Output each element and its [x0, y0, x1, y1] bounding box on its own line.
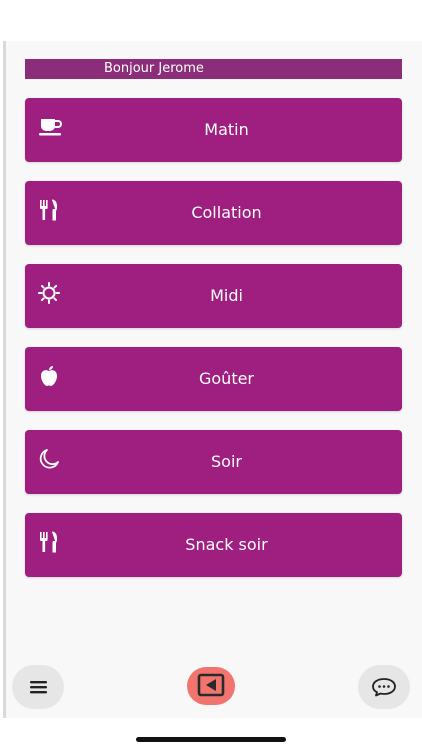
- meal-button-collation[interactable]: Collation: [25, 181, 402, 245]
- meal-label: Goûter: [198, 369, 255, 388]
- meal-button-midi[interactable]: Midi: [25, 264, 402, 328]
- greeting-banner: Bonjour Jerome: [25, 59, 402, 79]
- home-indicator[interactable]: [136, 737, 286, 742]
- meal-label: Matin: [204, 120, 249, 139]
- back-arrow-icon: [197, 673, 225, 697]
- hamburger-menu-icon: [30, 681, 47, 694]
- meal-label: Soir: [211, 452, 242, 471]
- meal-button-soir[interactable]: Soir: [25, 430, 402, 494]
- meal-list: Matin Collation Midi Goûter Soir Snack s…: [25, 98, 402, 596]
- meal-label: Midi: [210, 286, 243, 305]
- meal-button-matin[interactable]: Matin: [25, 98, 402, 162]
- chat-button[interactable]: [358, 665, 410, 709]
- meal-label: Snack soir: [185, 535, 268, 554]
- menu-button[interactable]: [12, 665, 64, 709]
- main-content: Bonjour Jerome Matin Collation Midi Goût…: [3, 41, 422, 718]
- back-button[interactable]: [187, 667, 235, 705]
- meal-button-snack-soir[interactable]: Snack soir: [25, 513, 402, 577]
- greeting-text: Bonjour Jerome: [104, 61, 204, 76]
- meal-label: Collation: [191, 203, 262, 222]
- bottom-toolbar: [0, 660, 422, 716]
- chat-bubble-icon: [372, 678, 396, 697]
- meal-button-gouter[interactable]: Goûter: [25, 347, 402, 411]
- app-screen: Bonjour Jerome Matin Collation Midi Goût…: [0, 0, 422, 750]
